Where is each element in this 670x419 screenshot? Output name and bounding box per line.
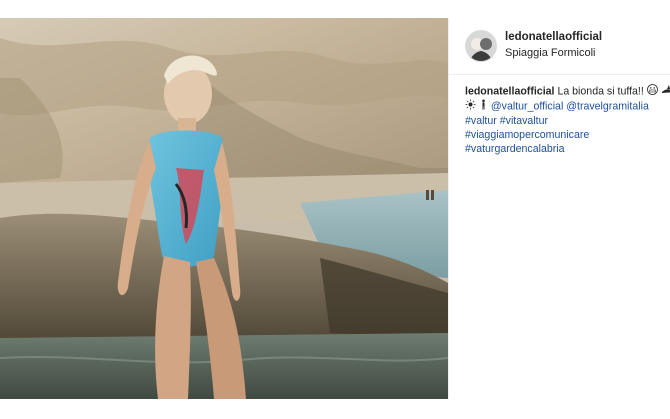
post-sidebar: ledonatellaofficial Spiaggia Formicoli l…	[448, 18, 670, 399]
post-location[interactable]: Spiaggia Formicoli	[505, 47, 595, 59]
hashtag-link[interactable]: #vitavaltur	[500, 115, 548, 127]
avatar-image	[466, 31, 496, 61]
beach-photo-image	[0, 18, 448, 399]
mention-link[interactable]: @travelgramitalia	[566, 100, 649, 112]
mention-link[interactable]: @valtur_official	[491, 100, 563, 112]
hashtag-link[interactable]: #vaturgardencalabria	[465, 143, 565, 155]
caption-username[interactable]: ledonatellaofficial	[465, 85, 554, 97]
avatar[interactable]	[465, 30, 497, 62]
post-caption: ledonatellaofficial La bionda si tuffa!!…	[465, 84, 670, 156]
post-username[interactable]: ledonatellaofficial	[505, 31, 602, 43]
post-header: ledonatellaofficial Spiaggia Formicoli	[449, 18, 670, 75]
shark-emoji	[661, 84, 670, 99]
caption-text: La bionda si tuffa!!	[557, 85, 644, 98]
man-standing-emoji	[479, 99, 488, 114]
hashtag-link[interactable]: #valtur	[465, 115, 497, 127]
sun-emoji	[465, 99, 476, 114]
post-photo[interactable]	[0, 18, 448, 399]
hashtag-link[interactable]: #viaggiamopercomunicare	[465, 129, 589, 141]
instagram-post: ledonatellaofficial Spiaggia Formicoli l…	[0, 0, 670, 419]
grimace-face-emoji	[646, 84, 658, 99]
